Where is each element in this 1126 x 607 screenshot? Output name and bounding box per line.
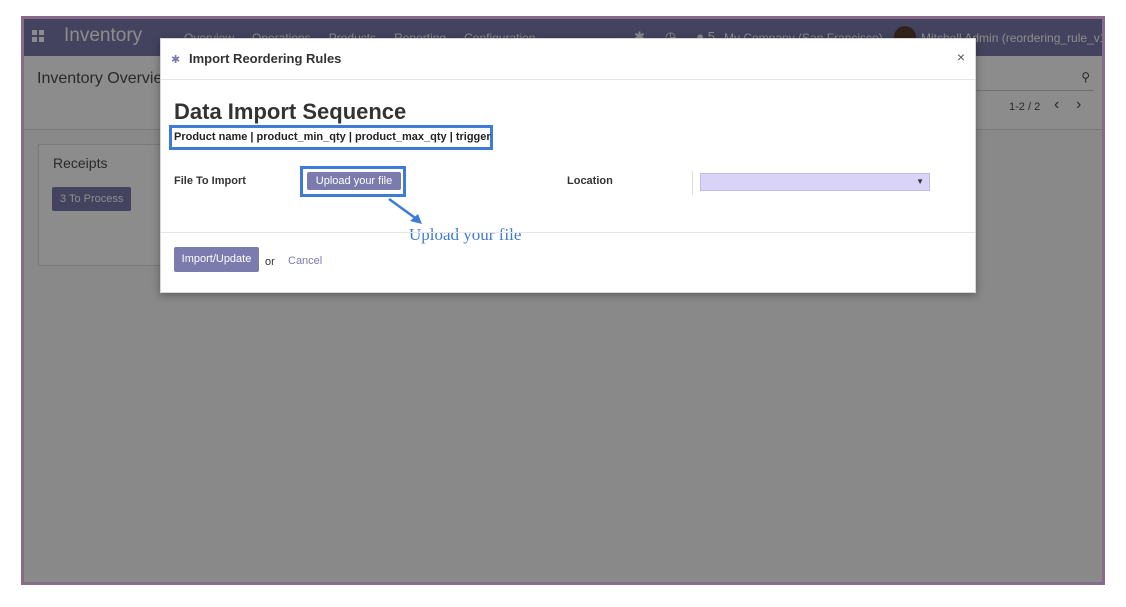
bug-icon: ✱ bbox=[171, 54, 181, 66]
cancel-button[interactable]: Cancel bbox=[288, 255, 322, 267]
page-title: Data Import Sequence bbox=[174, 99, 407, 124]
annotation-arrow-icon bbox=[388, 197, 422, 224]
location-select[interactable]: ▼ bbox=[700, 173, 930, 191]
divider bbox=[692, 171, 693, 195]
modal-title: Import Reordering Rules bbox=[189, 51, 342, 66]
file-to-import-label: File To Import bbox=[174, 175, 246, 187]
annotation-label: Upload your file bbox=[409, 225, 522, 244]
app-window: Inventory Overview Operations Products R… bbox=[21, 16, 1105, 585]
divider bbox=[161, 232, 975, 233]
import-update-button[interactable]: Import/Update bbox=[174, 247, 259, 272]
location-label: Location bbox=[567, 175, 613, 187]
fields-sequence: Product name | product_min_qty | product… bbox=[174, 131, 491, 143]
upload-file-button[interactable]: Upload your file bbox=[307, 172, 401, 190]
or-text: or bbox=[265, 256, 275, 268]
import-dialog: ✱ Import Reordering Rules × Data Import … bbox=[160, 38, 976, 293]
chevron-down-icon[interactable]: ▼ bbox=[916, 177, 924, 186]
close-icon[interactable]: × bbox=[957, 49, 965, 65]
modal-header: ✱ Import Reordering Rules × bbox=[161, 39, 975, 80]
